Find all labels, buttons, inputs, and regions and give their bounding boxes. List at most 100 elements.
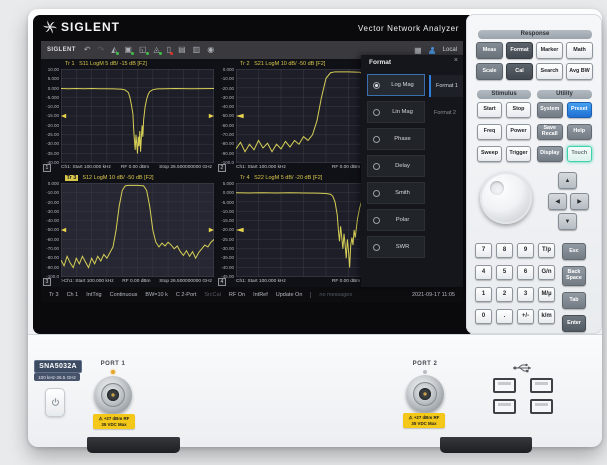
trace-label: S11 LogM 5 dB/ -15 dB [F2] xyxy=(79,61,147,67)
trace-header: Tr 3 S12 LogM 10 dB/ -50 dB [F2] xyxy=(41,173,216,183)
trace-window-3[interactable]: Tr 3 S12 LogM 10 dB/ -50 dB [F2] 0.000-1… xyxy=(41,173,216,287)
format-option-lin-mag[interactable]: Lin Mag xyxy=(367,101,425,123)
rotary-knob[interactable] xyxy=(480,172,532,224)
close-icon[interactable]: × xyxy=(454,57,458,64)
key-marker[interactable]: Marker xyxy=(536,42,563,59)
user-icon[interactable] xyxy=(429,47,436,54)
print-icon[interactable]: ▥ xyxy=(193,46,201,54)
zone-select-icon[interactable]: ◱ xyxy=(139,46,147,54)
key-avg-bw[interactable]: Avg BW xyxy=(566,63,593,80)
usb-port-1 xyxy=(493,378,516,393)
key-stop[interactable]: Stop xyxy=(506,102,531,118)
start-freq-label: Ch1: Start 100.000 kHz xyxy=(236,277,286,287)
key-back-space[interactable]: Back Space xyxy=(562,266,586,286)
port2-led xyxy=(423,370,427,374)
port1-label: PORT 1 xyxy=(93,361,133,367)
key-start[interactable]: Start xyxy=(477,102,502,118)
key-1[interactable]: 1 xyxy=(475,287,492,302)
key-m[interactable]: M/µ xyxy=(538,287,555,302)
key-g-n[interactable]: G/n xyxy=(538,265,555,280)
key-freq[interactable]: Freq xyxy=(477,124,502,140)
key-6[interactable]: 6 xyxy=(517,265,534,280)
radio-icon xyxy=(373,190,380,197)
key-save-recall[interactable]: Save Recall xyxy=(537,124,563,140)
probe-icon[interactable]: ◬ xyxy=(154,46,160,54)
key-[interactable]: . xyxy=(496,309,513,324)
camera-icon[interactable]: ◉ xyxy=(207,46,214,54)
port2-connector xyxy=(406,375,444,413)
key-esc[interactable]: Esc xyxy=(562,243,586,260)
delete-icon[interactable]: ▯ xyxy=(167,46,171,54)
status-update-on: Update On xyxy=(276,292,303,298)
key-preset[interactable]: Preset xyxy=(567,102,593,118)
format-option-phase[interactable]: Phase xyxy=(367,128,425,150)
arrow-up-key[interactable]: ▲ xyxy=(558,172,577,189)
format-option-polar[interactable]: Polar xyxy=(367,209,425,231)
power-button[interactable] xyxy=(45,388,65,417)
key-display[interactable]: Display xyxy=(537,146,563,162)
display-bezel: SIGLENT Vector Network Analyzer SIGLENT … xyxy=(33,15,471,334)
undo-icon[interactable]: ↶ xyxy=(84,46,91,54)
key-trigger[interactable]: Trigger xyxy=(506,146,531,162)
key-3[interactable]: 3 xyxy=(517,287,534,302)
trace-window-icon[interactable]: ▣ xyxy=(124,46,132,54)
format-option-delay[interactable]: Delay xyxy=(367,155,425,177)
format-option-label: Log Mag xyxy=(385,82,424,88)
key-[interactable]: +/- xyxy=(517,309,534,324)
key-scale[interactable]: Scale xyxy=(476,63,503,80)
tab-format-1[interactable]: Format 1 xyxy=(429,75,463,97)
trace-id: Tr 3 xyxy=(65,175,78,181)
save-icon[interactable]: ▤ xyxy=(178,46,186,54)
key-4[interactable]: 4 xyxy=(475,265,492,280)
format-option-log-mag[interactable]: Log Mag xyxy=(367,74,425,96)
key-search[interactable]: Search xyxy=(536,63,563,80)
device-foot-left xyxy=(87,437,180,453)
marker-icon[interactable]: ◭ xyxy=(111,46,117,54)
key-help[interactable]: Help xyxy=(567,124,593,140)
trace-label: S12 LogM 10 dB/ -50 dB [F2] xyxy=(82,175,153,181)
usb-port-3 xyxy=(493,399,516,414)
toolbar-icon-group: ↶↷◭▣◱◬▯▤▥◉ xyxy=(84,46,214,54)
key-8[interactable]: 8 xyxy=(496,243,513,258)
response-section-header: Response xyxy=(478,30,592,39)
key-sweep[interactable]: Sweep xyxy=(477,146,502,162)
key-tab[interactable]: Tab xyxy=(562,292,586,309)
bezel-brand-row: SIGLENT Vector Network Analyzer xyxy=(33,15,471,41)
arrow-left-key[interactable]: ◀ xyxy=(548,193,567,210)
key-enter[interactable]: Enter xyxy=(562,315,586,332)
status-intref: IntRef xyxy=(253,292,268,298)
format-option-smith[interactable]: Smith xyxy=(367,182,425,204)
radio-icon xyxy=(373,163,380,170)
local-mode-label[interactable]: Local xyxy=(443,47,457,53)
hardkeys-icon[interactable]: ▦ xyxy=(414,46,422,55)
key-math[interactable]: Math xyxy=(566,42,593,59)
key-7[interactable]: 7 xyxy=(475,243,492,258)
trace-window-1[interactable]: Tr 1 S11 LogM 5 dB/ -15 dB [F2] 10.005.0… xyxy=(41,59,216,173)
connector-panel: SNA5032A 100 kHz-26.5 GHz PORT 1 ⚠ +27 d… xyxy=(28,334,602,447)
arrow-down-key[interactable]: ▼ xyxy=(558,213,577,230)
key-2[interactable]: 2 xyxy=(496,287,513,302)
key-5[interactable]: 5 xyxy=(496,265,513,280)
start-freq-label: Ch1: Start 100.000 kHz xyxy=(236,163,286,173)
key-format[interactable]: Format xyxy=(506,42,533,59)
device-foot-right xyxy=(440,437,532,453)
port2-label: PORT 2 xyxy=(405,361,445,367)
key-cal[interactable]: Cal xyxy=(506,63,533,80)
key-power[interactable]: Power xyxy=(506,124,531,140)
tab-format-2[interactable]: Format 2 xyxy=(429,102,461,124)
key-meas[interactable]: Meas xyxy=(476,42,503,59)
toolbar-brand-label: SIGLENT xyxy=(47,47,76,53)
touchscreen[interactable]: SIGLENT ↶↷◭▣◱◬▯▤▥◉ ▦ Local Tr 1 S11 LogM… xyxy=(41,41,463,302)
key-0[interactable]: 0 xyxy=(475,309,492,324)
status-continuous: Continuous xyxy=(110,292,138,298)
status-dot xyxy=(116,52,119,55)
key-system[interactable]: System xyxy=(537,102,563,118)
key-t-p[interactable]: T/p xyxy=(538,243,555,258)
key-touch[interactable]: Touch xyxy=(567,146,593,162)
rf-power-label: RF 0.00 dBm xyxy=(121,163,149,173)
stimulus-key-group: StartStopFreqPowerSweepTrigger xyxy=(477,102,531,162)
key-k-m[interactable]: k/m xyxy=(538,309,555,324)
format-option-swr[interactable]: SWR xyxy=(367,236,425,258)
key-9[interactable]: 9 xyxy=(517,243,534,258)
arrow-right-key[interactable]: ▶ xyxy=(570,193,589,210)
